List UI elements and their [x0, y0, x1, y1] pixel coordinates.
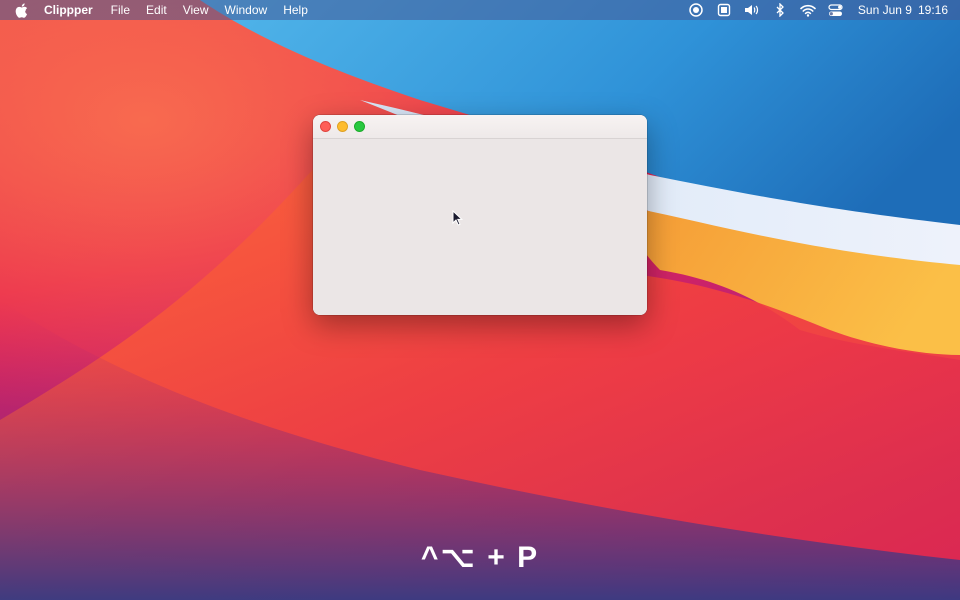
mouse-pointer-icon: [452, 210, 464, 226]
window-titlebar[interactable]: [313, 115, 647, 139]
window-minimize-button[interactable]: [337, 121, 348, 132]
bluetooth-icon[interactable]: [772, 2, 788, 18]
window-content: [313, 139, 647, 315]
desktop: Clippper File Edit View Window Help Sun …: [0, 0, 960, 600]
screen-capture-icon[interactable]: [716, 2, 732, 18]
menu-file[interactable]: File: [103, 0, 138, 20]
clock-date: Sun Jun 9: [857, 3, 912, 17]
keyboard-shortcut-overlay: ^⌥ + P: [420, 541, 540, 574]
control-center-icon[interactable]: [828, 2, 844, 18]
menu-edit[interactable]: Edit: [138, 0, 175, 20]
screen-record-icon[interactable]: [688, 2, 704, 18]
menu-bar: Clippper File Edit View Window Help Sun …: [0, 0, 960, 20]
apple-logo-icon[interactable]: [14, 2, 28, 18]
clock-time: 19:16: [917, 3, 948, 17]
app-window: [313, 115, 647, 315]
window-zoom-button[interactable]: [354, 121, 365, 132]
window-close-button[interactable]: [320, 121, 331, 132]
menu-bar-clock[interactable]: Sun Jun 9 19:16: [858, 3, 948, 17]
menu-view[interactable]: View: [175, 0, 217, 20]
menu-help[interactable]: Help: [275, 0, 316, 20]
wifi-icon[interactable]: [800, 2, 816, 18]
menu-app-name[interactable]: Clippper: [44, 0, 103, 20]
volume-icon[interactable]: [744, 2, 760, 18]
menu-window[interactable]: Window: [217, 0, 276, 20]
